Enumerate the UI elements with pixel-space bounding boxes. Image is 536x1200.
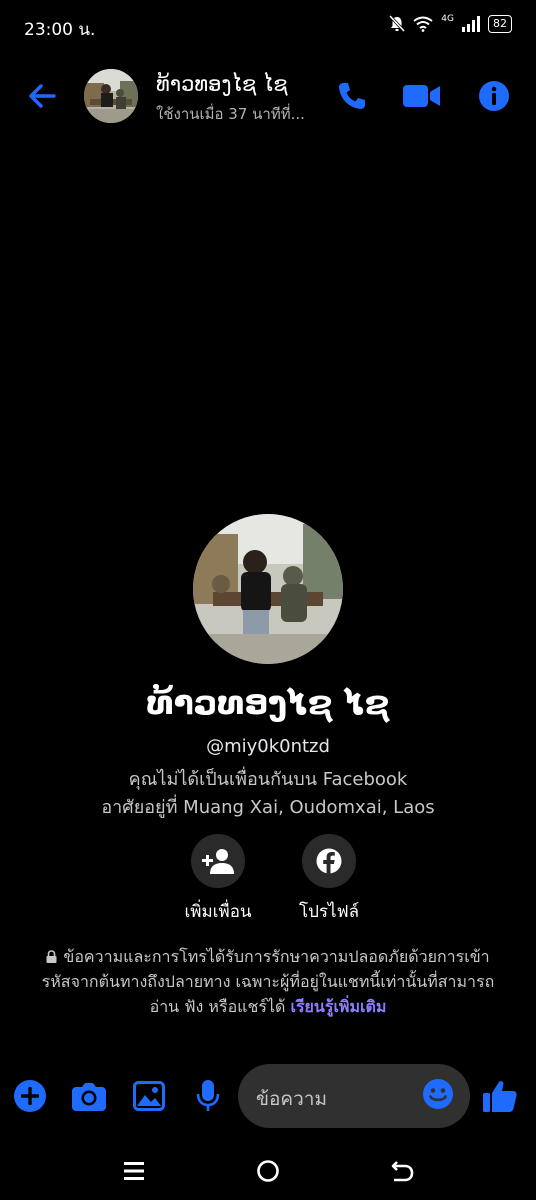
add-friend-circle[interactable] bbox=[191, 834, 245, 888]
profile-username: @miy0k0ntzd bbox=[206, 736, 330, 757]
recent-apps-button[interactable] bbox=[119, 1156, 149, 1186]
mute-bell-icon bbox=[389, 15, 406, 33]
camera-icon bbox=[72, 1083, 106, 1111]
video-call-button[interactable] bbox=[402, 76, 442, 116]
add-person-icon bbox=[202, 849, 234, 874]
status-bar: 23:00 น. 4G 82 bbox=[0, 0, 536, 54]
microphone-icon bbox=[196, 1080, 220, 1111]
add-friend-label: เพิ่มเพื่อน bbox=[184, 902, 252, 922]
home-button[interactable] bbox=[253, 1156, 283, 1186]
info-button[interactable] bbox=[474, 76, 514, 116]
facebook-icon bbox=[316, 848, 342, 874]
message-placeholder: ข้อความ bbox=[256, 1088, 327, 1110]
voice-call-button[interactable] bbox=[332, 76, 372, 116]
network-label: 4G bbox=[441, 14, 454, 24]
system-nav-bar bbox=[0, 1140, 536, 1200]
add-friend-button[interactable]: เพิ่มเพื่อน bbox=[163, 834, 273, 925]
chat-header: ທ້າວທອງໄຊ ໄຊ ใช้งานเมื่อ 37 นาทีที่... bbox=[0, 60, 536, 132]
system-back-button[interactable] bbox=[387, 1156, 417, 1186]
thumbs-up-icon bbox=[483, 1081, 517, 1112]
plus-icon bbox=[14, 1080, 46, 1112]
back-button[interactable] bbox=[24, 78, 60, 114]
back-arrow-icon bbox=[29, 84, 56, 108]
emoji-button[interactable] bbox=[422, 1078, 458, 1114]
active-status: ใช้งานเมื่อ 37 นาทีที่... bbox=[156, 105, 305, 123]
location-info: อาศัยอยู่ที่ Muang Xai, Oudomxai, Laos bbox=[101, 797, 435, 818]
camera-button[interactable] bbox=[71, 1078, 107, 1114]
message-input[interactable]: ข้อความ bbox=[238, 1064, 470, 1128]
learn-more-link[interactable]: เรียนรู้เพิ่มเติม bbox=[290, 997, 386, 1016]
home-icon bbox=[257, 1160, 279, 1182]
avatar-photo bbox=[84, 69, 138, 123]
friend-status-note: คุณไม่ได้เป็นเพื่อนกันบน Facebook bbox=[128, 769, 408, 790]
emoji-icon bbox=[423, 1079, 453, 1109]
view-profile-button[interactable]: โปรไฟล์ bbox=[274, 834, 384, 925]
status-icons: 4G 82 bbox=[389, 14, 512, 33]
view-profile-circle[interactable] bbox=[302, 834, 356, 888]
status-time: 23:00 น. bbox=[24, 20, 96, 40]
profile-name: ທ້າວທອງໄຊ ໄຊ bbox=[146, 683, 390, 722]
header-avatar[interactable] bbox=[84, 69, 138, 123]
lock-icon bbox=[46, 950, 57, 963]
info-icon bbox=[479, 81, 509, 111]
like-button[interactable] bbox=[482, 1078, 518, 1114]
profile-avatar[interactable] bbox=[193, 514, 343, 664]
phone-icon bbox=[339, 83, 365, 109]
view-profile-label: โปรไฟล์ bbox=[298, 902, 360, 922]
voice-clip-button[interactable] bbox=[190, 1078, 226, 1114]
encryption-text: ข้อความและการโทรได้รับการรักษาความปลอดภั… bbox=[41, 947, 495, 1016]
profile-photo bbox=[193, 514, 343, 664]
image-icon bbox=[133, 1081, 165, 1111]
video-camera-icon bbox=[403, 85, 440, 107]
more-actions-button[interactable] bbox=[12, 1078, 48, 1114]
back-icon bbox=[391, 1161, 414, 1182]
encryption-notice: ข้อความและการโทรได้รับการรักษาความปลอดภั… bbox=[40, 944, 496, 1019]
contact-name[interactable]: ທ້າວທອງໄຊ ໄຊ bbox=[156, 72, 288, 96]
gallery-button[interactable] bbox=[131, 1078, 167, 1114]
wifi-icon bbox=[413, 16, 433, 32]
battery-indicator: 82 bbox=[488, 15, 512, 33]
signal-icon bbox=[462, 16, 480, 32]
menu-icon bbox=[124, 1162, 144, 1180]
message-composer: ข้อความ bbox=[0, 1064, 536, 1128]
